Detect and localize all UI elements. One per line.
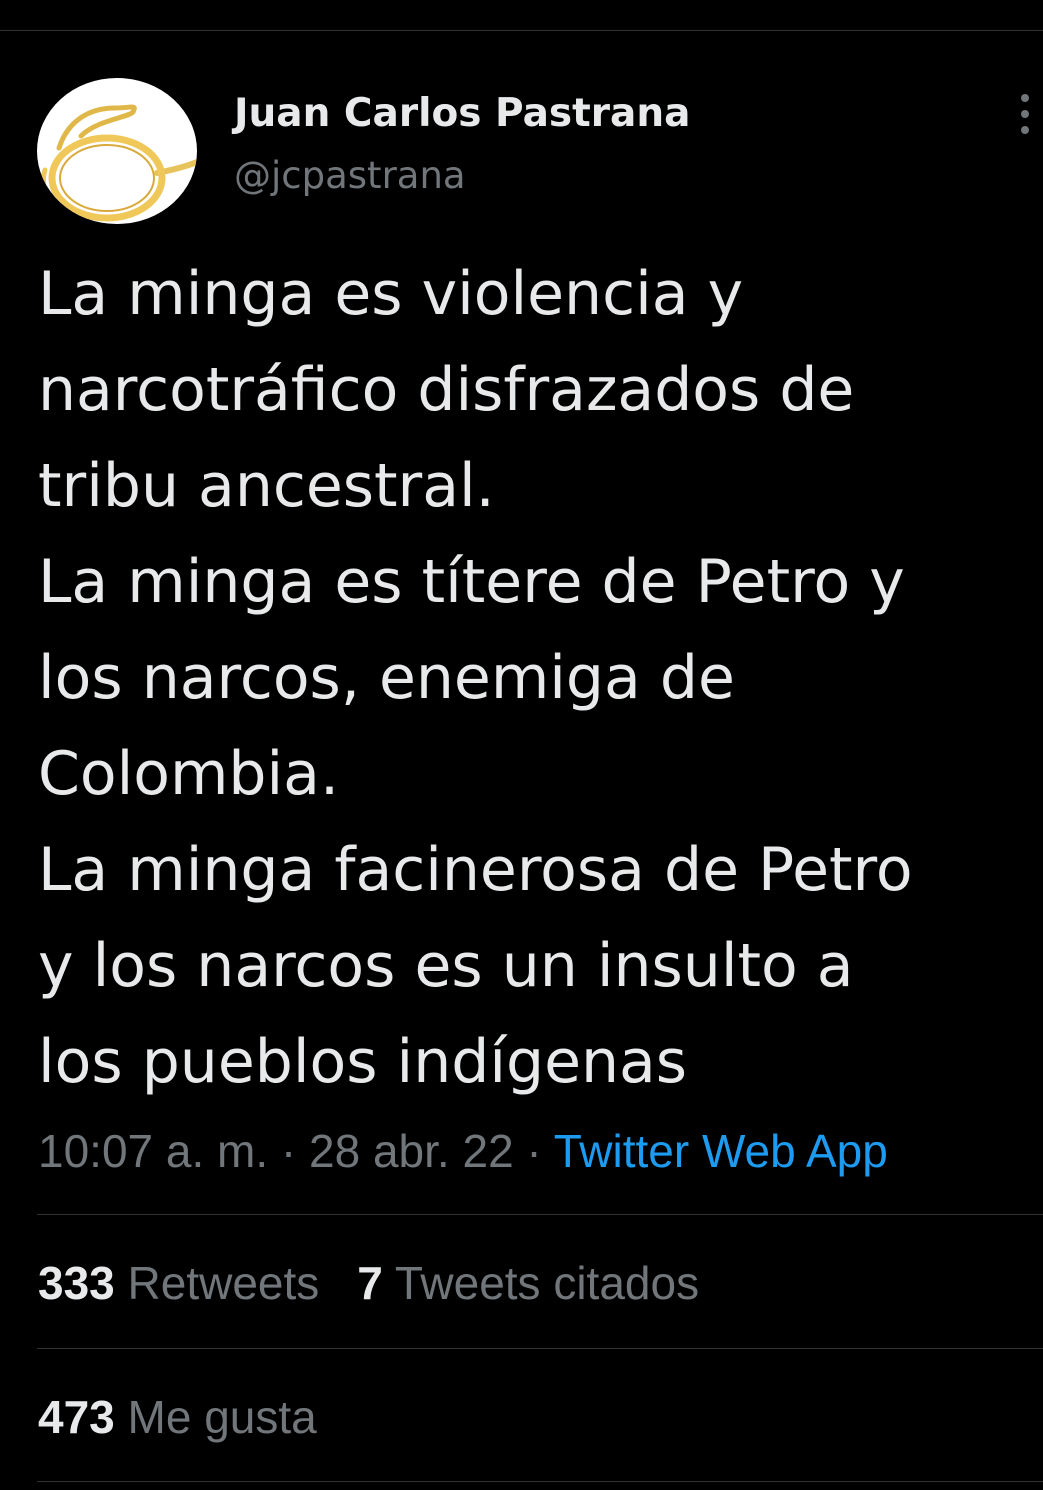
quotes-label: Tweets citados — [394, 1257, 700, 1309]
tweet-text-line: y los narcos es un insulto a — [38, 931, 854, 1001]
stats-row-likes: 473 Me gusta — [38, 1389, 355, 1445]
tweet-text-line: La minga facinerosa de Petro — [38, 835, 913, 905]
likes-label: Me gusta — [127, 1391, 317, 1443]
meta-separator: · — [268, 1125, 310, 1177]
tweet-text: La minga es violencia y narcotráfico dis… — [38, 246, 1028, 1110]
meta-separator: · — [513, 1125, 554, 1177]
author-names: Juan Carlos Pastrana @jcpastrana — [234, 90, 690, 200]
round-glasses-icon — [40, 104, 197, 222]
tweet-text-line: La minga es violencia y — [38, 259, 744, 329]
avatar[interactable] — [37, 78, 197, 224]
tweet-text-line: los narcos, enemiga de — [38, 643, 735, 713]
tweet-text-line: La minga es títere de Petro y — [38, 547, 905, 617]
tweet-text-line: tribu ancestral. — [38, 451, 495, 521]
tweet-source-link[interactable]: Twitter Web App — [554, 1125, 888, 1177]
more-dot-icon — [1021, 110, 1029, 118]
author-display-name[interactable]: Juan Carlos Pastrana — [234, 90, 690, 138]
author-handle[interactable]: @jcpastrana — [234, 152, 690, 200]
tweet-text-line: narcotráfico disfrazados de — [38, 355, 855, 425]
retweets-stat[interactable]: 333 Retweets — [38, 1255, 319, 1311]
tweet-meta: 10:07 a. m. · 28 abr. 22 · Twitter Web A… — [38, 1123, 888, 1179]
tweet-date[interactable]: 28 abr. 22 — [309, 1125, 514, 1177]
retweets-label: Retweets — [127, 1257, 320, 1309]
more-dot-icon — [1021, 126, 1029, 134]
stats-row-retweets: 333 Retweets 7 Tweets citados — [38, 1255, 737, 1311]
retweets-count: 333 — [38, 1257, 115, 1309]
stats-divider-top — [37, 1214, 1043, 1215]
stats-divider-bottom — [37, 1481, 1043, 1482]
more-options-button[interactable] — [1013, 94, 1037, 134]
tweet-text-line: Colombia. — [38, 739, 340, 809]
more-dot-icon — [1021, 94, 1029, 102]
likes-count: 473 — [38, 1391, 115, 1443]
quotes-count: 7 — [357, 1257, 383, 1309]
tweet-time[interactable]: 10:07 a. m. — [38, 1125, 268, 1177]
likes-stat[interactable]: 473 Me gusta — [38, 1389, 317, 1445]
tweet-header: Juan Carlos Pastrana @jcpastrana — [37, 78, 1043, 228]
stats-divider-middle — [37, 1348, 1043, 1349]
top-divider — [0, 30, 1043, 31]
tweet-text-line: los pueblos indígenas — [38, 1027, 688, 1097]
quotes-stat[interactable]: 7 Tweets citados — [357, 1255, 699, 1311]
